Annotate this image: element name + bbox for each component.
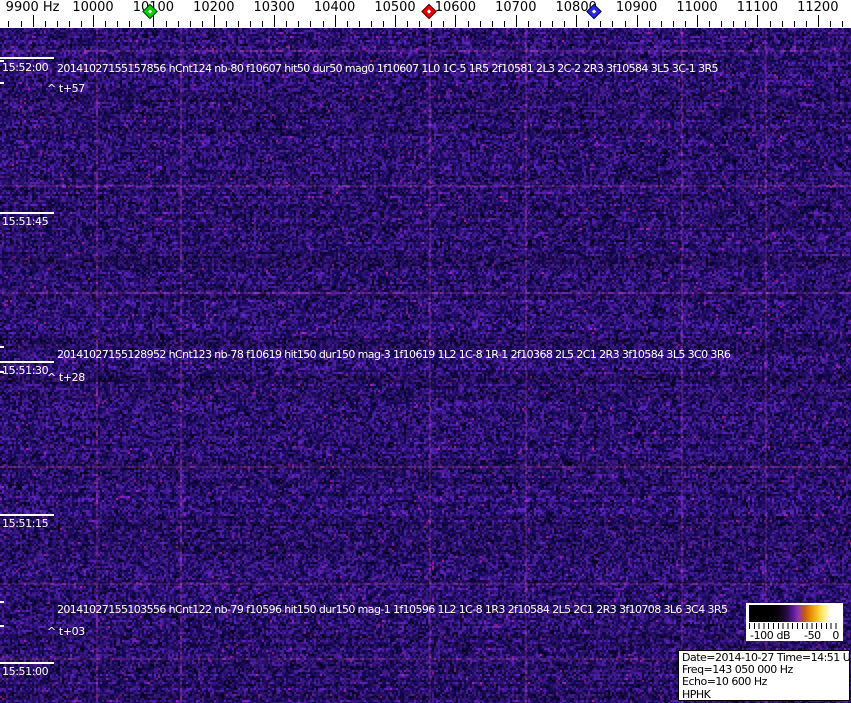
ruler-tick	[56, 21, 58, 27]
ruler-tick	[238, 21, 239, 27]
ruler-tick	[262, 21, 264, 27]
ruler-label: 10700	[495, 0, 537, 15]
ruler-tick	[672, 21, 674, 27]
ruler-tick	[286, 21, 288, 27]
ruler-tick	[527, 21, 529, 27]
ruler-tick	[588, 21, 590, 27]
frequency-ruler[interactable]: 9900 Hz100001010010200103001040010500106…	[0, 0, 851, 28]
ruler-tick	[310, 21, 312, 27]
ruler-tick	[141, 21, 143, 27]
ruler-tick	[648, 21, 650, 27]
ruler-label: 10400	[313, 0, 356, 15]
ruler-tick	[250, 21, 251, 27]
ruler-label: 11200	[797, 0, 839, 15]
ruler-tick	[829, 21, 831, 27]
ruler-tick	[793, 21, 795, 27]
ruler-tick	[213, 15, 215, 27]
ruler-tick	[600, 21, 602, 27]
ruler-tick	[334, 15, 336, 27]
ruler-label: 11000	[676, 0, 718, 15]
ruler-tick	[93, 15, 94, 27]
ruler-tick	[44, 21, 46, 27]
ruler-tick	[80, 21, 82, 27]
ruler-tick	[129, 21, 131, 27]
ruler-tick	[709, 21, 711, 27]
ruler-tick	[117, 21, 119, 27]
ruler-label: 9900 Hz	[5, 0, 60, 15]
ruler-tick	[769, 21, 771, 27]
ruler-tick	[419, 21, 421, 27]
ruler-tick	[105, 21, 107, 27]
ruler-tick	[382, 21, 384, 27]
ruler-tick	[455, 15, 457, 27]
ruler-tick	[805, 21, 807, 27]
spectrogram-app: 9900 Hz100001010010200103001040010500106…	[0, 0, 851, 703]
ruler-tick	[443, 21, 445, 27]
ruler-tick	[733, 21, 735, 27]
ruler-tick	[697, 15, 698, 27]
ruler-tick	[407, 21, 409, 27]
ruler-tick	[153, 15, 155, 27]
ruler-tick	[564, 21, 566, 27]
scale-label-max: 0	[832, 629, 839, 642]
info-station-line: HPHK	[682, 687, 711, 701]
ruler-tick	[612, 21, 614, 27]
ruler-tick	[721, 21, 723, 27]
ruler-tick	[431, 21, 433, 27]
ruler-tick	[346, 21, 348, 27]
ruler-tick	[177, 21, 179, 27]
ruler-tick	[189, 21, 191, 27]
ruler-tick	[298, 21, 300, 27]
color-gradient-bar	[749, 605, 840, 622]
ruler-tick	[576, 15, 578, 27]
spectrogram-canvas[interactable]	[0, 28, 851, 703]
info-echo-line: Echo=10 600 Hz	[682, 675, 767, 689]
scale-label-mid: -50	[804, 629, 821, 642]
ruler-tick	[20, 21, 22, 27]
ruler-label: 10500	[374, 0, 416, 15]
ruler-tick	[8, 21, 10, 27]
ruler-label: 10000	[72, 0, 114, 15]
ruler-tick	[68, 21, 70, 27]
ruler-tick	[491, 21, 493, 27]
ruler-label: 10900	[615, 0, 658, 15]
ruler-tick	[745, 21, 747, 27]
scale-label-min: -100 dB	[750, 629, 791, 642]
db-color-scale: -100 dB -50 0	[746, 603, 843, 642]
ruler-tick	[781, 21, 783, 27]
ruler-tick	[370, 21, 372, 27]
ruler-tick	[201, 21, 203, 27]
ruler-tick	[660, 21, 662, 27]
ruler-tick	[684, 21, 686, 27]
ruler-tick	[552, 21, 553, 27]
ruler-tick	[358, 21, 360, 27]
ruler-tick	[503, 21, 505, 27]
ruler-tick	[32, 15, 34, 27]
status-info-box: Date=2014-10-27 Time=14:51 UTC Freq=143 …	[678, 650, 851, 701]
ruler-tick	[225, 21, 227, 27]
ruler-tick	[842, 21, 843, 27]
ruler-tick	[165, 21, 167, 27]
ruler-label: 11100	[736, 0, 779, 15]
ruler-tick	[624, 21, 626, 27]
ruler-label: 10300	[253, 0, 295, 15]
ruler-tick	[757, 15, 759, 27]
ruler-tick	[322, 21, 324, 27]
ruler-tick	[274, 15, 276, 27]
ruler-tick	[515, 15, 517, 27]
ruler-tick	[467, 21, 469, 27]
ruler-label: 10600	[434, 0, 477, 15]
ruler-tick	[636, 15, 638, 27]
ruler-tick	[540, 21, 541, 27]
ruler-tick	[817, 15, 819, 27]
ruler-tick	[479, 21, 481, 27]
ruler-tick	[395, 15, 396, 27]
ruler-label: 10200	[193, 0, 235, 15]
